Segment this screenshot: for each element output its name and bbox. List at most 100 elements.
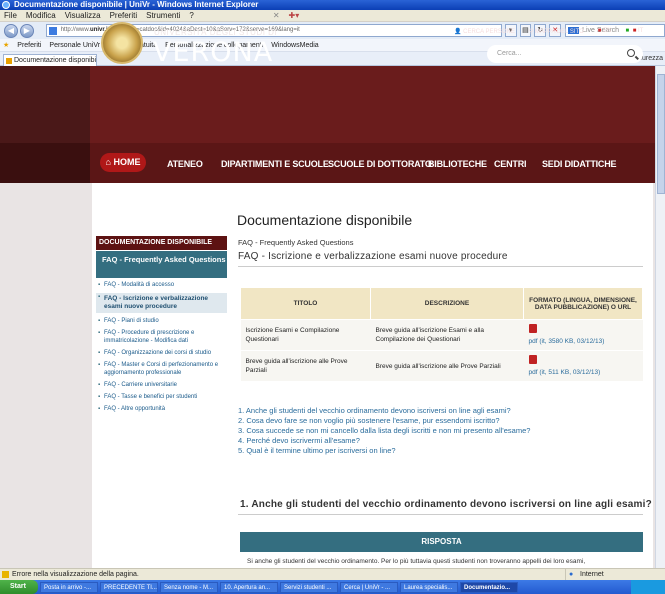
pdf-icon[interactable] (528, 355, 537, 364)
scrollbar-thumb[interactable] (657, 74, 665, 194)
menu-help[interactable]: ? (189, 10, 193, 22)
close-tab-icon[interactable]: ✕ (273, 10, 280, 22)
menu-strumenti[interactable]: Strumenti (146, 10, 180, 22)
internet-explorer-icon (2, 1, 10, 9)
sidebar-list: FAQ - Modalità di accesso FAQ - Iscrizio… (96, 281, 227, 417)
back-button[interactable]: ◀ (4, 23, 18, 38)
taskbar-item[interactable]: Laurea specialis... (400, 581, 458, 593)
sidebar-item-carriere[interactable]: FAQ - Carriere universitarie (96, 381, 227, 389)
taskbar: Start Posta in arrivo -... PRECEDENTE TI… (0, 580, 665, 594)
pdf-link[interactable]: pdf (it, 511 KB, 03/12/13) (529, 369, 601, 376)
cell-formato[interactable]: pdf (it, 511 KB, 03/12/13) (523, 350, 643, 382)
risposta-header: RISPOSTA (240, 532, 643, 552)
fav-windowsmedia[interactable]: WindowsMedia (271, 39, 318, 52)
sidebar-item-master[interactable]: FAQ - Master e Corsi di perfezionamento … (96, 361, 227, 377)
zone-label: Internet (580, 571, 604, 578)
taskbar-item[interactable]: 10. Apertura an... (220, 581, 278, 593)
header-top-links: 👤 CERCA PERSONE ⚲ MAPPA DEL SITO ■ EN ■■… (454, 28, 643, 35)
browser-tab[interactable]: Documentazione disponibile | UniVr (3, 54, 97, 66)
taskbar-item-active[interactable]: Documentazio... (460, 581, 518, 593)
page-icon (48, 27, 57, 35)
site-header (0, 66, 665, 143)
nav-ateneo[interactable]: ATENEO (167, 159, 203, 169)
pdf-link[interactable]: pdf (it, 3580 KB, 03/12/13) (529, 338, 605, 345)
site-search-placeholder: Cerca... (497, 50, 522, 57)
cerca-persone-label: CERCA PERSONE (463, 29, 515, 35)
sidebar-item-piani[interactable]: FAQ - Piani di studio (96, 317, 227, 325)
table-row: Breve guida all'iscrizione alle Prove Pa… (240, 350, 643, 382)
search-icon[interactable] (627, 49, 635, 57)
faq-link-1[interactable]: 1. Anche gli studenti del vecchio ordina… (238, 406, 530, 416)
taskbar-item[interactable]: PRECEDENTE TI... (100, 581, 158, 593)
window-title-bar: Documentazione disponibile | UniVr - Win… (0, 0, 665, 10)
faq-link-4[interactable]: 4. Perché devo iscrivermi all'esame? (238, 436, 530, 446)
faq-divider (238, 514, 643, 515)
nav-centri[interactable]: CENTRI (494, 159, 527, 169)
mappa-sito-link[interactable]: ⚲ MAPPA DEL SITO (529, 28, 584, 35)
breadcrumb[interactable]: FAQ - Frequently Asked Questions (238, 238, 353, 247)
answer-text: Si anche gli studenti del vecchio ordina… (247, 558, 586, 565)
lang-en-label: EN (603, 28, 612, 34)
cell-formato[interactable]: pdf (it, 3580 KB, 03/12/13) (523, 319, 643, 351)
section-title: FAQ - Iscrizione e verbalizzazione esami… (238, 251, 508, 262)
forward-button[interactable]: ▶ (19, 23, 34, 38)
page-title: Documentazione disponibile (237, 212, 413, 228)
nav-sedi[interactable]: SEDI DIDATTICHE (542, 159, 617, 169)
nav-home-label: HOME (113, 157, 141, 167)
university-city: VERONA (153, 37, 274, 68)
sidebar-item-iscrizione[interactable]: FAQ - Iscrizione e verbalizzazione esami… (96, 293, 227, 313)
taskbar-item[interactable]: Posta in arrivo -... (40, 581, 98, 593)
header-titolo: TITOLO (240, 287, 371, 320)
cerca-persone-link[interactable]: 👤 CERCA PERSONE (454, 28, 515, 35)
favorites-button[interactable]: Preferiti (17, 39, 41, 52)
menu-file[interactable]: File (4, 10, 17, 22)
mappa-sito-label: MAPPA DEL SITO (534, 29, 584, 35)
favorites-star-icon[interactable]: ★ (3, 39, 9, 52)
taskbar-item[interactable]: Servizi studenti ... (280, 581, 338, 593)
faq-link-2[interactable]: 2. Cosa devo fare se non voglio più sost… (238, 416, 530, 426)
menu-bar: File Modifica Visualizza Preferiti Strum… (0, 10, 665, 22)
cell-descrizione: Breve guida all'iscrizione Esami e alla … (370, 319, 524, 351)
lang-en-link[interactable]: ■ EN (598, 28, 612, 35)
new-tab-icon[interactable]: ✚▾ (289, 10, 300, 22)
sidebar-item-procedure[interactable]: FAQ - Procedure di prescrizione e immatr… (96, 329, 227, 345)
menu-visualizza[interactable]: Visualizza (65, 10, 101, 22)
header-descrizione: DESCRIZIONE (370, 287, 524, 320)
globe-icon: ● (569, 571, 574, 578)
nav-dipartimenti[interactable]: DIPARTIMENTI E SCUOLE (221, 159, 329, 169)
start-button[interactable]: Start (0, 580, 38, 594)
sidebar-heading[interactable]: DOCUMENTAZIONE DISPONIBILE (96, 236, 227, 250)
sidebar-item-altre[interactable]: FAQ - Altre opportunità (96, 405, 227, 413)
site-search-input[interactable]: Cerca... (487, 45, 643, 63)
sidebar-item-organizzazione[interactable]: FAQ - Organizzazione dei corsi di studio (96, 349, 227, 357)
nav-biblioteche[interactable]: BIBLIOTECHE (428, 159, 487, 169)
nav-home-button[interactable]: ⌂ HOME (100, 153, 146, 172)
university-name: UNIVERSITÀ DEGLI STUDI DI (154, 28, 278, 37)
faq-question-list: 1. Anche gli studenti del vecchio ordina… (238, 406, 530, 456)
fav-personale-univr[interactable]: Personale UniVr (49, 39, 100, 52)
lang-it-label: IT (637, 28, 644, 34)
menu-modifica[interactable]: Modifica (26, 10, 56, 22)
faq-question-heading: 1. Anche gli studenti del vecchio ordina… (240, 499, 652, 510)
menu-preferiti[interactable]: Preferiti (110, 10, 138, 22)
sidebar-item-tasse[interactable]: FAQ - Tasse e benefici per studenti (96, 393, 227, 401)
lang-it-link[interactable]: ■■■ IT (625, 28, 643, 35)
taskbar-item[interactable]: Senza nome - M... (160, 581, 218, 593)
cell-titolo: Iscrizione Esami e Compilazione Question… (240, 319, 371, 351)
header-inner (90, 66, 655, 143)
nav-dottorato[interactable]: SCUOLE DI DOTTORATO (328, 159, 432, 169)
vertical-scrollbar[interactable] (655, 66, 665, 568)
sidebar-section-title[interactable]: FAQ - Frequently Asked Questions (96, 251, 227, 278)
pdf-icon[interactable] (528, 324, 537, 333)
window-title: Documentazione disponibile | UniVr - Win… (14, 0, 259, 9)
header-formato: FORMATO (LINGUA, DIMENSIONE, DATA PUBBLI… (523, 287, 643, 320)
system-tray[interactable] (631, 580, 665, 594)
taskbar-item[interactable]: Cerca | UniVr - ... (340, 581, 398, 593)
status-text[interactable]: Errore nella visualizzazione della pagin… (12, 571, 139, 578)
sidebar-item-modalita[interactable]: FAQ - Modalità di accesso (96, 281, 227, 289)
university-seal-logo[interactable] (101, 22, 143, 64)
faq-link-3[interactable]: 3. Cosa succede se non mi cancello dalla… (238, 426, 530, 436)
faq-link-5[interactable]: 5. Qual è il termine ultimo per iscriver… (238, 446, 530, 456)
status-bar: Errore nella visualizzazione della pagin… (0, 568, 665, 580)
documents-table: TITOLO DESCRIZIONE FORMATO (LINGUA, DIME… (240, 287, 643, 382)
